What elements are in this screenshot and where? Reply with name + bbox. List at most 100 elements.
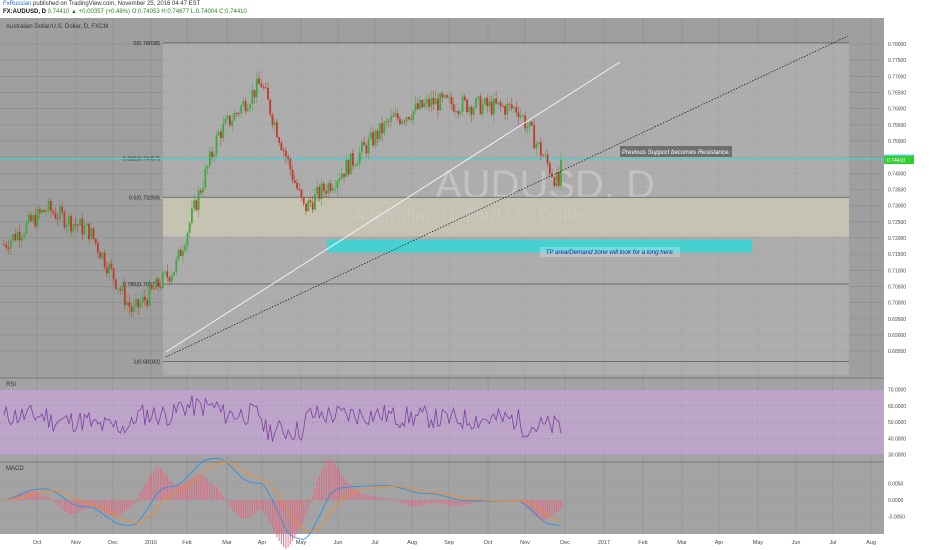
candle-body <box>352 153 354 166</box>
candle-body <box>12 233 14 241</box>
candle-body <box>237 113 240 114</box>
candle-body <box>358 152 361 164</box>
price-tick-label: 0.68500 <box>888 349 906 355</box>
candle-body <box>135 299 137 306</box>
candle-body <box>16 232 19 241</box>
candle-body <box>5 244 8 248</box>
candle-body <box>170 275 173 282</box>
candle-body <box>296 182 298 189</box>
candle-body <box>121 285 124 291</box>
candle-body <box>110 263 113 269</box>
candle-body <box>513 107 515 109</box>
candle-body <box>497 102 500 104</box>
candle-body <box>331 188 334 191</box>
candle-body <box>302 197 305 204</box>
resistance-note: Previous Support becomes Resistance. <box>622 149 730 156</box>
candle-body <box>9 240 12 249</box>
candle-body <box>356 163 359 166</box>
candle-body <box>65 224 68 228</box>
candle-body <box>224 118 227 124</box>
candle-body <box>231 120 234 126</box>
price-tick-label: 0.73000 <box>888 204 906 210</box>
candle-body <box>314 194 316 210</box>
candle-body <box>108 263 111 274</box>
price-tick-label: 0.72000 <box>888 236 906 242</box>
candle-body <box>177 249 180 260</box>
candle-body <box>452 104 455 112</box>
macd-tick-label: 0.0000 <box>888 498 904 504</box>
candle-body <box>29 214 32 222</box>
candle-body <box>468 107 471 113</box>
candle-body <box>533 125 536 149</box>
candle-body <box>7 247 10 249</box>
rsi-tick-label: 50.0000 <box>888 420 906 426</box>
candle-body <box>97 243 99 253</box>
time-axis[interactable] <box>0 534 884 550</box>
price-tick-label: 0.70000 <box>888 301 906 307</box>
candle-body <box>242 101 245 106</box>
candle-body <box>88 223 90 240</box>
time-tick-label: 2016 <box>145 540 157 546</box>
candle-body <box>392 116 395 117</box>
macd-panel[interactable] <box>0 462 884 534</box>
candle-body <box>322 183 325 191</box>
candle-body <box>439 93 442 111</box>
candle-body <box>363 142 366 146</box>
candle-body <box>199 190 202 193</box>
candle-body <box>45 210 48 212</box>
price-tick-label: 0.78000 <box>888 42 906 48</box>
tp-demand-zone[interactable] <box>327 239 752 253</box>
price-tick-label: 0.71000 <box>888 268 906 274</box>
price-tick-label: 0.74000 <box>888 171 906 177</box>
watermark-name: Australian Dollar/U.S. Dollar <box>352 206 589 227</box>
candle-body <box>430 97 433 107</box>
macd-tick-label: -0.0050 <box>888 515 905 521</box>
candle-body <box>126 301 128 306</box>
price-tick-label: 0.75000 <box>888 139 906 145</box>
candle-body <box>74 224 77 225</box>
candle-body <box>535 143 538 149</box>
candle-body <box>54 213 57 219</box>
fib-label: 0.5(0.73259) <box>129 195 160 201</box>
price-badge-label: 0.74410 <box>887 158 905 164</box>
candle-body <box>63 212 66 228</box>
candle-body <box>94 238 97 244</box>
tradingview-chart[interactable]: AUDUSD, D Australian Dollar/U.S. Dollar … <box>0 0 932 550</box>
candle-body <box>144 296 146 301</box>
candle-body <box>208 151 211 166</box>
candle-body <box>416 103 419 109</box>
candle-body <box>152 288 155 290</box>
time-tick-label: Jul <box>829 540 836 546</box>
candle-body <box>262 87 265 88</box>
candle-body <box>423 103 426 108</box>
candle-body <box>18 232 21 241</box>
candle-body <box>3 244 5 246</box>
candle-body <box>325 190 328 194</box>
candle-body <box>280 142 283 151</box>
candle-body <box>114 279 117 289</box>
time-tick-label: Sep <box>444 540 454 546</box>
candle-body <box>137 299 140 308</box>
candle-body <box>179 249 182 256</box>
time-tick-label: Jul <box>371 540 378 546</box>
candle-body <box>164 271 166 273</box>
candle-body <box>457 111 460 114</box>
candle-body <box>309 200 312 203</box>
price-tick-label: 0.77500 <box>888 58 906 64</box>
candle-body <box>298 188 301 190</box>
candle-body <box>484 98 486 105</box>
candle-body <box>276 122 278 138</box>
candle-body <box>157 278 160 288</box>
time-tick-label: Feb <box>638 540 647 546</box>
candle-body <box>282 150 285 151</box>
candle-body <box>365 145 368 154</box>
candle-body <box>557 172 560 186</box>
price-tick-label: 0.72500 <box>888 220 906 226</box>
candle-body <box>434 98 437 105</box>
candle-body <box>141 296 144 303</box>
candle-body <box>374 130 377 146</box>
candle-body <box>226 115 229 119</box>
candle-body <box>32 215 34 222</box>
candle-body <box>14 233 17 241</box>
candle-body <box>345 160 348 177</box>
